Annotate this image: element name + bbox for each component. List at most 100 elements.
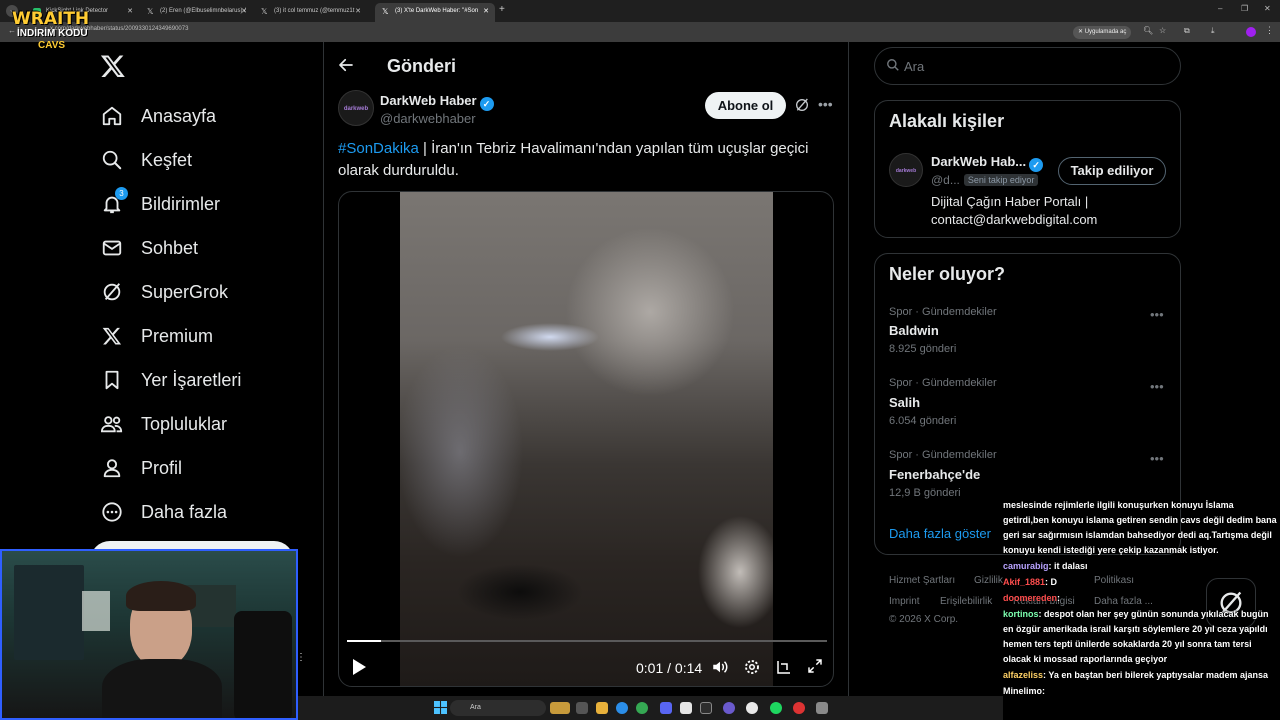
related-bio: Dijital Çağın Haber Portalı | contact@da… [931,193,1097,229]
windows-start-icon[interactable] [434,701,447,714]
following-button[interactable]: Takip ediliyor [1058,157,1166,185]
nav-item-messages[interactable]: Sohbet [100,233,198,263]
close-icon[interactable]: ✕ [355,7,361,15]
video-progress-bar[interactable] [347,640,827,642]
mail-icon [100,236,124,260]
zoom-icon[interactable]: 🔍︎ [1143,26,1153,35]
minimize-icon[interactable]: – [1218,4,1222,13]
stream-chat-overlay: meslesinde rejimlerle ilgili konuşurken … [1003,498,1280,720]
chat-username: Minelimo [1003,686,1043,696]
taskbar-search-placeholder: Ara [470,704,481,711]
nav-item-more[interactable]: Daha fazla [100,497,227,527]
discord-icon[interactable] [660,702,672,714]
settings-gear-icon[interactable] [743,658,761,681]
author-handle[interactable]: @darkwebhaber [380,111,476,126]
close-icon[interactable]: ✕ [483,7,489,15]
app-icon[interactable] [746,702,758,714]
trend-name[interactable]: Baldwin [889,323,939,338]
related-name[interactable]: DarkWeb Hab... ✓ [931,154,1044,172]
download-icon[interactable]: ⤓ [1211,26,1215,36]
app-icon[interactable] [680,702,692,714]
widgets-icon[interactable] [550,702,570,714]
obs-icon[interactable] [723,702,735,714]
nav-item-profile[interactable]: Profil [100,453,182,483]
author-name[interactable]: DarkWeb Haber ✓ [380,93,494,111]
trend-more-icon[interactable]: ••• [1150,379,1164,394]
play-icon[interactable] [351,658,367,681]
sponsor-logo-line: İNDİRİM KODU [17,28,88,39]
nav-label: Keşfet [141,149,193,170]
nav-item-premium[interactable]: Premium [100,321,213,351]
browser-tab[interactable]: 𝕏 (2) Eren (@Elbuselimnbelarus) / ✕ [140,3,253,22]
app-icon[interactable] [793,702,805,714]
fullscreen-icon[interactable] [807,658,823,679]
related-avatar[interactable]: darkweb [889,153,923,187]
x-icon: 𝕏 [147,7,154,16]
browser-icon[interactable] [616,702,628,714]
star-icon[interactable]: ☆ [1159,26,1166,35]
author-avatar[interactable]: darkweb [338,90,374,126]
maximize-icon[interactable]: ❐ [1241,4,1248,13]
footer-link[interactable]: Hizmet Şartları [889,575,955,586]
nav-item-communities[interactable]: Topluluklar [100,409,227,439]
trend-category: Spor · Gündemdekiler [889,306,997,318]
profile-avatar-icon[interactable] [1246,27,1256,37]
trend-name[interactable]: Fenerbahçe'de [889,467,980,482]
grok-icon [100,280,124,304]
chat-message: doomereden: [1003,591,1280,606]
nav-label: Daha fazla [141,501,228,522]
taskbar-search-input[interactable]: Ara [450,700,546,716]
post-text: #SonDakika | İran'ın Tebriz Havalimanı'n… [338,138,828,182]
nav-label: Sohbet [141,237,199,258]
follows-you-badge: Seni takip ediyor [963,174,1039,186]
chat-text: : [1042,686,1046,696]
new-tab-icon[interactable]: + [499,4,505,15]
x-logo-icon[interactable] [100,53,126,79]
footer-link[interactable]: Imprint [889,596,920,607]
nav-item-explore[interactable]: Keşfet [100,145,192,175]
browser-tab-active[interactable]: 𝕏 (3) X'te DarkWeb Haber: "#Son ✕ [375,3,495,22]
nav-item-notifications[interactable]: 3 Bildirimler [100,187,220,219]
footer-link[interactable]: Erişilebilirlik [940,596,992,607]
chat-message: meslesinde rejimlerle ilgili konuşurken … [1003,498,1280,558]
subscribe-button[interactable]: Abone ol [705,92,786,119]
overflow-icon: ⋮ [296,652,306,663]
notification-badge: 3 [115,187,128,200]
chat-username: camurabig [1003,561,1049,571]
author-name-text: DarkWeb Haber [380,93,477,108]
hashtag-link[interactable]: #SonDakika [338,140,419,157]
nav-item-bookmarks[interactable]: Yer İşaretleri [100,365,241,395]
menu-icon[interactable]: ⋮ [1265,25,1274,36]
back-arrow-icon[interactable] [337,56,355,79]
volume-icon[interactable] [711,658,729,681]
app-icon[interactable] [816,702,828,714]
close-icon[interactable]: ✕ [127,7,133,15]
close-window-icon[interactable]: ✕ [1264,4,1271,13]
video-player[interactable]: 0:01 / 0:14 [338,191,834,687]
app-icon[interactable] [700,702,712,714]
nav-label: Profil [141,457,183,478]
nav-item-supergrok[interactable]: SuperGrok [100,277,228,307]
task-view-icon[interactable] [576,702,588,714]
chrome-icon[interactable] [636,702,648,714]
extensions-icon[interactable]: ⧉ [1184,26,1190,36]
nav-item-home[interactable]: Anasayfa [100,101,216,131]
pip-icon[interactable] [775,658,793,681]
spotify-icon[interactable] [770,702,782,714]
close-icon[interactable]: ✕ [241,7,247,15]
related-name-text: DarkWeb Hab... [931,154,1027,169]
open-in-app-button[interactable]: ✕ Uygulamada aç [1073,26,1132,39]
chat-text: : it dalası [1048,561,1088,571]
copyright-text: © 2026 X Corp. [889,614,959,625]
footer-link[interactable]: Gizlilik [974,575,1003,586]
browser-tab[interactable]: 𝕏 (3) it col temmuz (@temmuz1t ✕ [254,3,367,22]
trend-more-icon[interactable]: ••• [1150,307,1164,322]
related-handle: @d... Seni takip ediyor [931,173,1039,187]
related-people-title: Alakalı kişiler [889,111,1005,131]
show-more-link[interactable]: Daha fazla göster [889,526,991,541]
more-options-icon[interactable]: ••• [818,96,833,112]
file-explorer-icon[interactable] [596,702,608,714]
trend-name[interactable]: Salih [889,395,920,410]
grok-icon[interactable] [794,97,810,113]
trend-more-icon[interactable]: ••• [1150,451,1164,466]
